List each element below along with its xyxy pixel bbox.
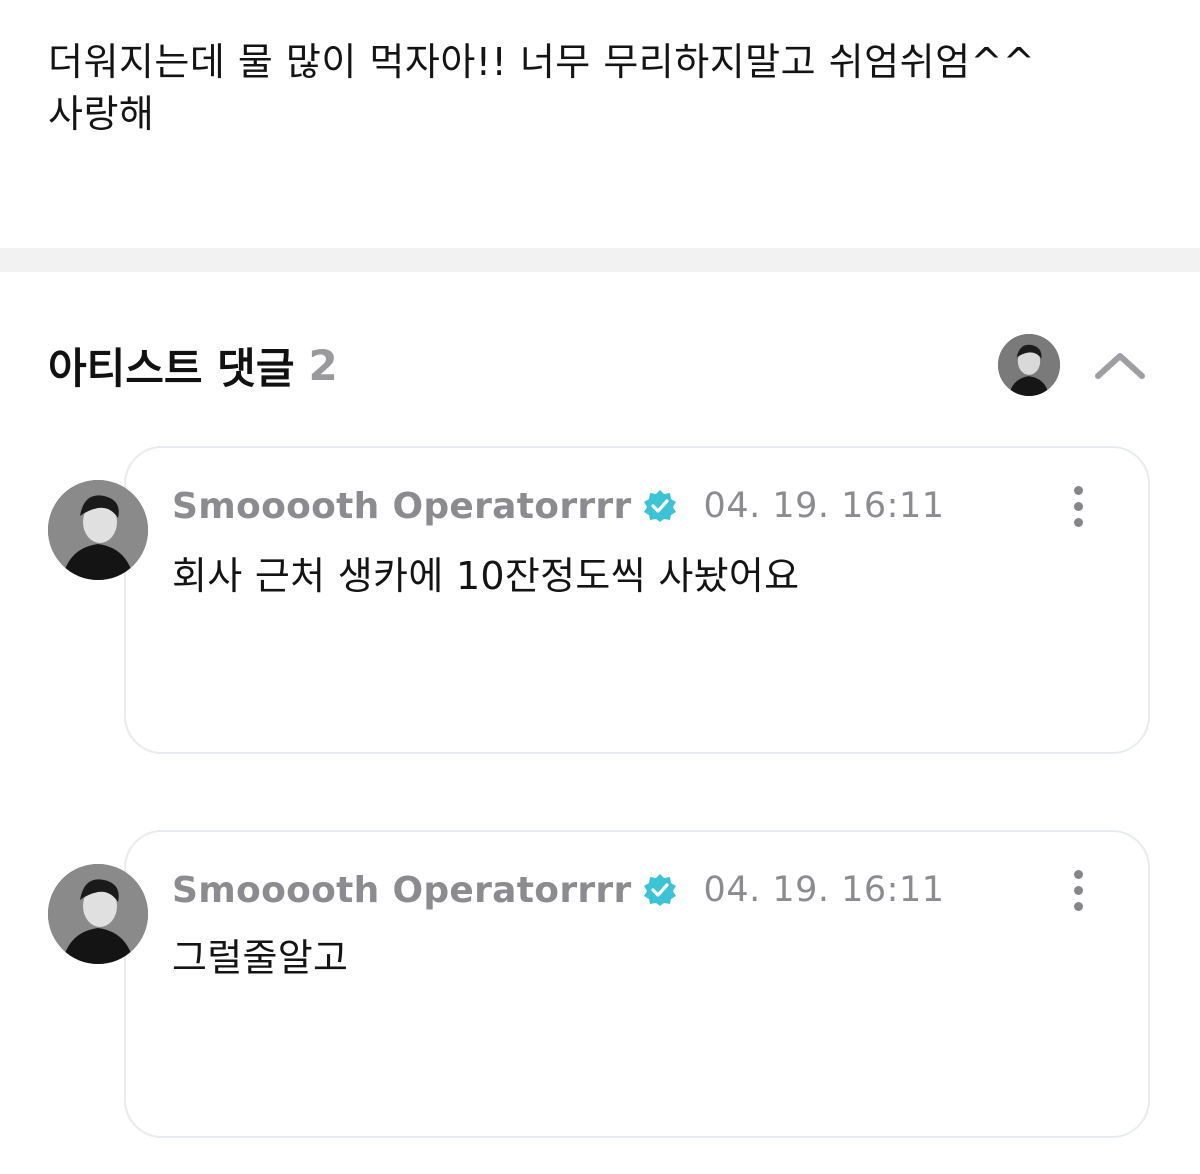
- comment-author-name[interactable]: Smooooth Operatorrrr: [172, 486, 632, 527]
- comment-text: 회사 근처 생카에 10잔정도씩 사놨어요: [172, 554, 800, 598]
- more-options-button[interactable]: [1060, 866, 1096, 914]
- post-body: 더워지는데 물 많이 먹자아!! 너무 무리하지말고 쉬엄쉬엄^^ 사랑해: [48, 40, 1036, 136]
- verified-badge-icon: [642, 488, 678, 524]
- artist-comments-header: 아티스트 댓글 2: [48, 330, 338, 400]
- more-options-button[interactable]: [1060, 482, 1096, 530]
- artist-avatar[interactable]: [998, 334, 1060, 396]
- verified-badge-icon: [642, 872, 678, 908]
- comment-author-name[interactable]: Smooooth Operatorrrr: [172, 870, 632, 911]
- more-vertical-icon: [1073, 869, 1083, 879]
- comment-timestamp: 04. 19. 16:11: [703, 870, 945, 910]
- section-divider: [0, 248, 1200, 272]
- comment-author-avatar[interactable]: [48, 864, 148, 964]
- comment-timestamp: 04. 19. 16:11: [703, 486, 945, 526]
- collapse-button[interactable]: [1090, 340, 1150, 390]
- more-vertical-icon: [1073, 485, 1083, 495]
- comment-author-avatar[interactable]: [48, 480, 148, 580]
- comment-meta: Smooooth Operatorrrr 04. 19. 16:11: [172, 868, 945, 912]
- artist-comments-title: 아티스트 댓글: [48, 343, 295, 393]
- comment-text: 그럴줄알고: [172, 936, 349, 980]
- artist-comments-count: 2: [308, 340, 338, 390]
- chevron-up-icon: [1095, 353, 1145, 379]
- comment-meta: Smooooth Operatorrrr 04. 19. 16:11: [172, 484, 945, 528]
